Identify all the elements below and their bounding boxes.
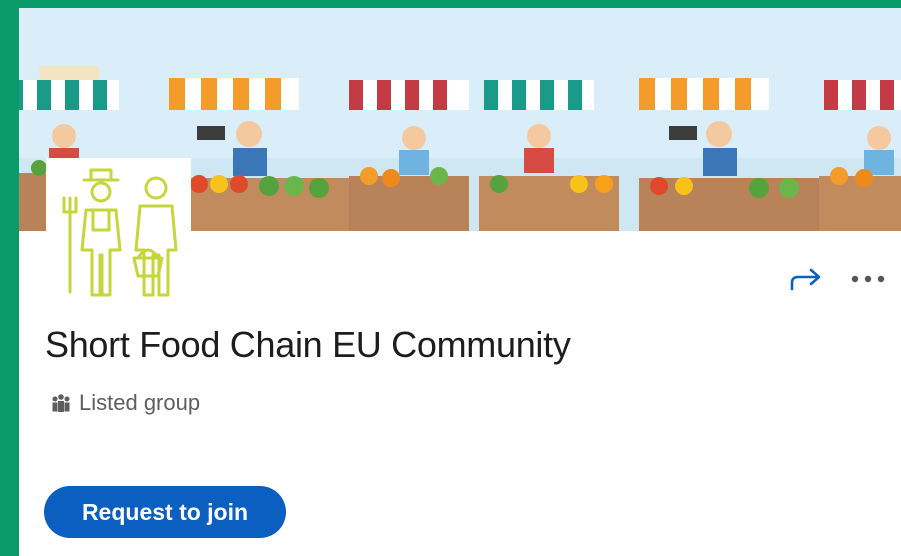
visibility-label: Listed group (79, 390, 201, 415)
group-card: Short Food Chain EU Community Listed gro… (19, 8, 901, 556)
farmers-logo-icon (62, 168, 178, 297)
group-logo (46, 158, 191, 308)
more-horizontal-icon (851, 275, 885, 283)
group-title: Short Food Chain EU Community (45, 324, 571, 365)
share-button[interactable] (789, 266, 823, 292)
request-to-join-button[interactable]: Request to join (44, 486, 286, 538)
group-people-icon (52, 394, 70, 412)
group-visibility: Listed group (51, 390, 200, 416)
header-actions (789, 266, 885, 292)
share-arrow-icon (790, 268, 821, 291)
more-options-button[interactable] (851, 275, 885, 283)
